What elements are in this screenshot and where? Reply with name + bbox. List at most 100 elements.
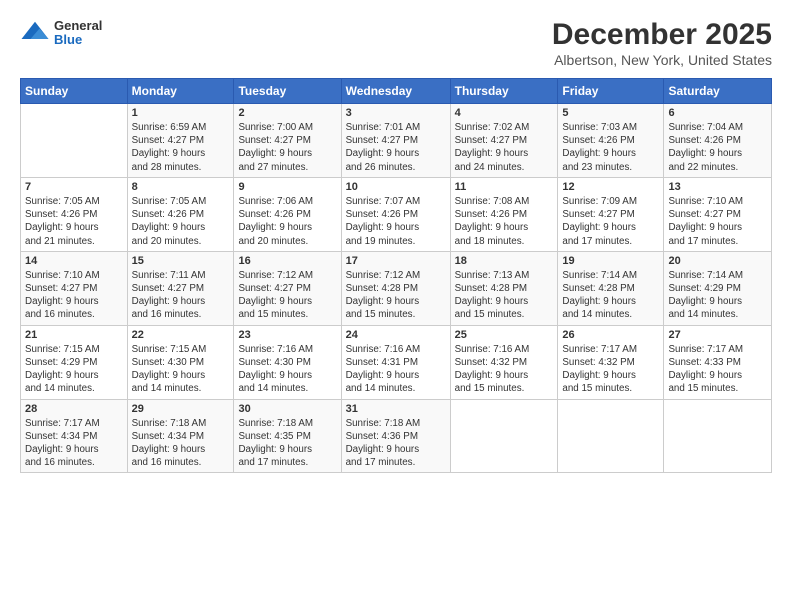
- table-row: [664, 399, 772, 473]
- table-row: 7 Sunrise: 7:05 AM Sunset: 4:26 PM Daylig…: [21, 177, 128, 251]
- table-row: 6 Sunrise: 7:04 AM Sunset: 4:26 PM Daylig…: [664, 104, 772, 178]
- day-detail: Sunrise: 7:08 AM Sunset: 4:26 PM Dayligh…: [455, 196, 530, 247]
- table-row: 5Sunrise: 7:03 AM Sunset: 4:26 PM Daylig…: [558, 104, 664, 178]
- col-wednesday: Wednesday: [341, 79, 450, 104]
- day-number: 14: [25, 255, 123, 267]
- day-number: 12: [562, 181, 659, 193]
- day-detail: Sunrise: 7:11 AM Sunset: 4:27 PM Dayligh…: [132, 270, 206, 321]
- day-detail: Sunrise: 7:00 AM Sunset: 4:27 PM Dayligh…: [238, 122, 313, 173]
- day-detail: Sunrise: 7:02 AM Sunset: 4:27 PM Dayligh…: [455, 122, 530, 173]
- table-row: 16 Sunrise: 7:12 AM Sunset: 4:27 PM Dayli…: [234, 251, 341, 325]
- day-detail: Sunrise: 7:17 AM Sunset: 4:34 PM Dayligh…: [25, 418, 100, 469]
- calendar-week-row: 21 Sunrise: 7:15 AM Sunset: 4:29 PM Dayli…: [21, 325, 772, 399]
- day-number: 7: [25, 181, 123, 193]
- table-row: 1 Sunrise: 6:59 AM Sunset: 4:27 PM Daylig…: [127, 104, 234, 178]
- day-detail: Sunrise: 7:10 AM Sunset: 4:27 PM Dayligh…: [25, 270, 100, 321]
- day-detail: Sunrise: 7:16 AM Sunset: 4:32 PM Dayligh…: [455, 344, 530, 395]
- logo-icon: [20, 18, 50, 48]
- header: General Blue December 2025 Albertson, Ne…: [20, 18, 772, 68]
- table-row: 4 Sunrise: 7:02 AM Sunset: 4:27 PM Daylig…: [450, 104, 558, 178]
- logo-text: General Blue: [54, 19, 102, 48]
- calendar-header-row: Sunday Monday Tuesday Wednesday Thursday…: [21, 79, 772, 104]
- logo: General Blue: [20, 18, 102, 48]
- table-row: 20 Sunrise: 7:14 AM Sunset: 4:29 PM Dayli…: [664, 251, 772, 325]
- day-number: 4: [455, 107, 554, 119]
- day-number: 25: [455, 329, 554, 341]
- day-number: 22: [132, 329, 230, 341]
- table-row: 8 Sunrise: 7:05 AM Sunset: 4:26 PM Daylig…: [127, 177, 234, 251]
- day-number: 11: [455, 181, 554, 193]
- calendar-week-row: 1 Sunrise: 6:59 AM Sunset: 4:27 PM Daylig…: [21, 104, 772, 178]
- day-number: 20: [668, 255, 767, 267]
- page: General Blue December 2025 Albertson, Ne…: [0, 0, 792, 612]
- day-detail: Sunrise: 7:18 AM Sunset: 4:36 PM Dayligh…: [346, 418, 421, 469]
- table-row: 25 Sunrise: 7:16 AM Sunset: 4:32 PM Dayli…: [450, 325, 558, 399]
- logo-general-label: General: [54, 19, 102, 33]
- table-row: 26Sunrise: 7:17 AM Sunset: 4:32 PM Dayli…: [558, 325, 664, 399]
- day-number: 27: [668, 329, 767, 341]
- table-row: 29Sunrise: 7:18 AM Sunset: 4:34 PM Dayli…: [127, 399, 234, 473]
- day-number: 24: [346, 329, 446, 341]
- calendar-week-row: 7 Sunrise: 7:05 AM Sunset: 4:26 PM Daylig…: [21, 177, 772, 251]
- col-sunday: Sunday: [21, 79, 128, 104]
- subtitle: Albertson, New York, United States: [552, 52, 772, 68]
- day-detail: Sunrise: 7:05 AM Sunset: 4:26 PM Dayligh…: [25, 196, 100, 247]
- table-row: 22 Sunrise: 7:15 AM Sunset: 4:30 PM Dayli…: [127, 325, 234, 399]
- day-number: 2: [238, 107, 336, 119]
- day-detail: Sunrise: 7:14 AM Sunset: 4:29 PM Dayligh…: [668, 270, 743, 321]
- day-detail: Sunrise: 7:12 AM Sunset: 4:28 PM Dayligh…: [346, 270, 421, 321]
- day-detail: Sunrise: 7:04 AM Sunset: 4:26 PM Dayligh…: [668, 122, 743, 173]
- table-row: 31 Sunrise: 7:18 AM Sunset: 4:36 PM Dayli…: [341, 399, 450, 473]
- table-row: [450, 399, 558, 473]
- col-thursday: Thursday: [450, 79, 558, 104]
- day-detail: Sunrise: 7:01 AM Sunset: 4:27 PM Dayligh…: [346, 122, 421, 173]
- day-detail: Sunrise: 7:03 AM Sunset: 4:26 PM Dayligh…: [562, 122, 637, 173]
- day-number: 28: [25, 403, 123, 415]
- day-number: 18: [455, 255, 554, 267]
- day-number: 26: [562, 329, 659, 341]
- day-detail: Sunrise: 7:16 AM Sunset: 4:31 PM Dayligh…: [346, 344, 421, 395]
- day-number: 13: [668, 181, 767, 193]
- day-number: 21: [25, 329, 123, 341]
- day-number: 19: [562, 255, 659, 267]
- day-detail: Sunrise: 7:06 AM Sunset: 4:26 PM Dayligh…: [238, 196, 313, 247]
- day-number: 9: [238, 181, 336, 193]
- day-number: 31: [346, 403, 446, 415]
- day-detail: Sunrise: 7:17 AM Sunset: 4:33 PM Dayligh…: [668, 344, 743, 395]
- day-detail: Sunrise: 7:15 AM Sunset: 4:29 PM Dayligh…: [25, 344, 100, 395]
- day-detail: Sunrise: 7:14 AM Sunset: 4:28 PM Dayligh…: [562, 270, 637, 321]
- day-number: 16: [238, 255, 336, 267]
- col-friday: Friday: [558, 79, 664, 104]
- table-row: 17Sunrise: 7:12 AM Sunset: 4:28 PM Dayli…: [341, 251, 450, 325]
- day-number: 6: [668, 107, 767, 119]
- calendar-week-row: 28 Sunrise: 7:17 AM Sunset: 4:34 PM Dayli…: [21, 399, 772, 473]
- table-row: 30Sunrise: 7:18 AM Sunset: 4:35 PM Dayli…: [234, 399, 341, 473]
- table-row: 11 Sunrise: 7:08 AM Sunset: 4:26 PM Dayli…: [450, 177, 558, 251]
- day-detail: Sunrise: 7:05 AM Sunset: 4:26 PM Dayligh…: [132, 196, 207, 247]
- table-row: 24 Sunrise: 7:16 AM Sunset: 4:31 PM Dayli…: [341, 325, 450, 399]
- day-detail: Sunrise: 7:12 AM Sunset: 4:27 PM Dayligh…: [238, 270, 313, 321]
- table-row: 2 Sunrise: 7:00 AM Sunset: 4:27 PM Daylig…: [234, 104, 341, 178]
- day-number: 30: [238, 403, 336, 415]
- day-detail: Sunrise: 7:15 AM Sunset: 4:30 PM Dayligh…: [132, 344, 207, 395]
- day-detail: Sunrise: 7:13 AM Sunset: 4:28 PM Dayligh…: [455, 270, 530, 321]
- logo-blue-label: Blue: [54, 33, 102, 47]
- col-saturday: Saturday: [664, 79, 772, 104]
- table-row: 28 Sunrise: 7:17 AM Sunset: 4:34 PM Dayli…: [21, 399, 128, 473]
- day-detail: Sunrise: 7:18 AM Sunset: 4:34 PM Dayligh…: [132, 418, 207, 469]
- table-row: 18 Sunrise: 7:13 AM Sunset: 4:28 PM Dayli…: [450, 251, 558, 325]
- table-row: [21, 104, 128, 178]
- day-number: 8: [132, 181, 230, 193]
- table-row: 27 Sunrise: 7:17 AM Sunset: 4:33 PM Dayli…: [664, 325, 772, 399]
- table-row: 3Sunrise: 7:01 AM Sunset: 4:27 PM Daylig…: [341, 104, 450, 178]
- table-row: 14 Sunrise: 7:10 AM Sunset: 4:27 PM Dayli…: [21, 251, 128, 325]
- table-row: 23Sunrise: 7:16 AM Sunset: 4:30 PM Dayli…: [234, 325, 341, 399]
- day-number: 1: [132, 107, 230, 119]
- table-row: [558, 399, 664, 473]
- day-detail: Sunrise: 7:07 AM Sunset: 4:26 PM Dayligh…: [346, 196, 421, 247]
- day-detail: Sunrise: 6:59 AM Sunset: 4:27 PM Dayligh…: [132, 122, 207, 173]
- table-row: 9 Sunrise: 7:06 AM Sunset: 4:26 PM Daylig…: [234, 177, 341, 251]
- day-number: 10: [346, 181, 446, 193]
- table-row: 12Sunrise: 7:09 AM Sunset: 4:27 PM Dayli…: [558, 177, 664, 251]
- day-detail: Sunrise: 7:16 AM Sunset: 4:30 PM Dayligh…: [238, 344, 313, 395]
